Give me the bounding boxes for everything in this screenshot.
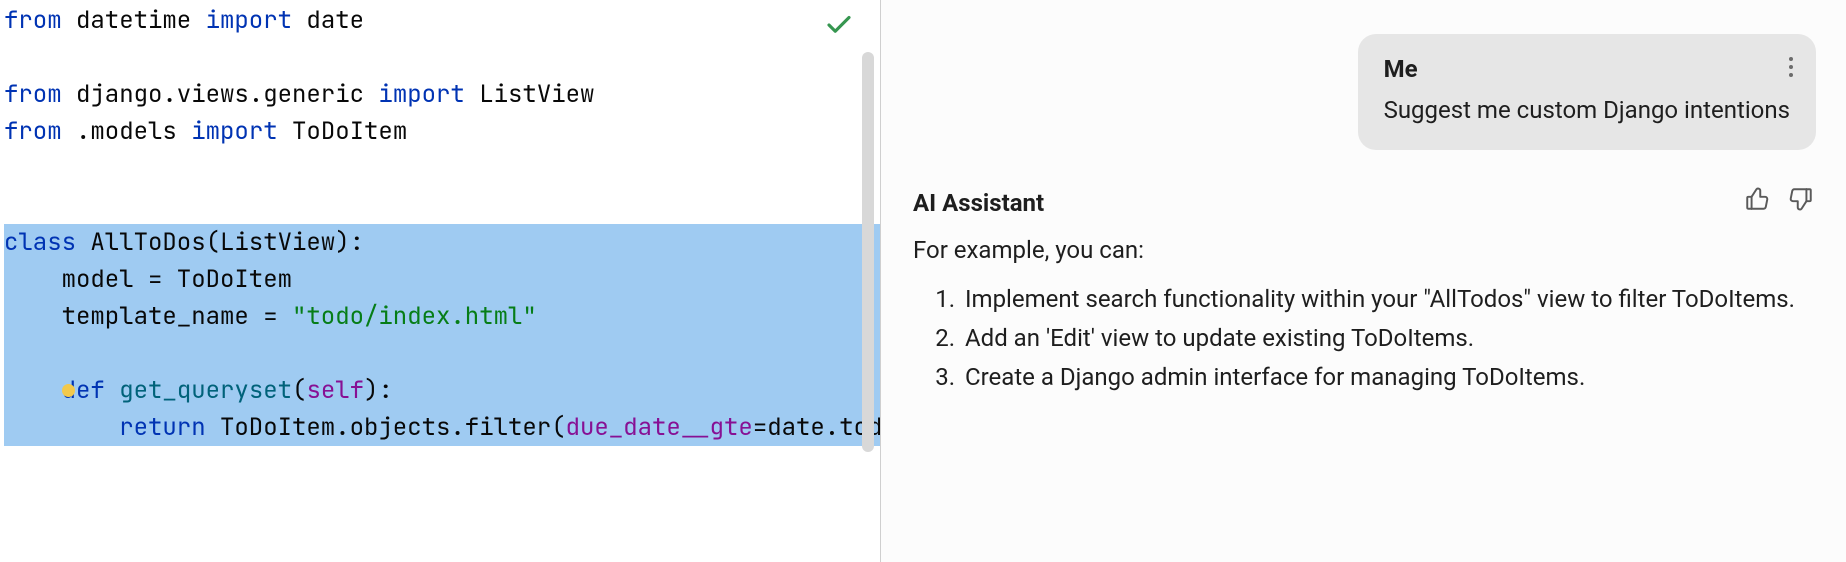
assistant-intro-text: For example, you can: [913,233,1814,268]
code-token: import [378,79,464,110]
user-message-bubble: Me Suggest me custom Django intentions [1358,34,1816,150]
feedback-buttons [1744,186,1814,222]
code-token: django.views.generic [62,79,379,110]
code-token: AllToDos(ListView): [76,227,364,258]
suggestion-item: Create a Django admin interface for mana… [961,360,1814,395]
code-token: =date.today()) [753,412,880,443]
code-token [105,375,119,406]
thumbs-up-icon[interactable] [1744,186,1770,222]
code-token [4,412,119,443]
suggestion-item: Implement search functionality within yo… [961,282,1814,317]
code-token: ( [292,375,306,406]
code-line[interactable] [4,39,880,76]
code-line[interactable] [4,187,880,224]
gutter-warning-icon[interactable] [62,384,75,397]
thumbs-down-icon[interactable] [1788,186,1814,222]
assistant-message: AI Assistant For example, you can: Imple… [911,186,1816,399]
suggestion-item: Add an 'Edit' view to update existing To… [961,321,1814,356]
code-token: date [292,5,364,36]
code-token: return [119,412,205,443]
assistant-header: AI Assistant [913,186,1814,222]
code-line[interactable]: def get_queryset(self): [4,372,880,409]
code-token: datetime [62,5,206,36]
code-token [4,375,62,406]
ai-chat-panel: Me Suggest me custom Django intentions A… [880,0,1846,562]
code-token: template_name = [4,301,292,332]
code-token: .models [62,116,192,147]
code-token: ToDoItem [278,116,408,147]
code-line[interactable] [4,335,880,372]
code-token: get_queryset [119,375,292,406]
code-token: due_date__gte [566,412,753,443]
code-token: import [191,116,277,147]
code-line[interactable] [4,150,880,187]
assistant-suggestion-list: Implement search functionality within yo… [913,282,1814,394]
code-token: from [4,79,62,110]
message-more-icon[interactable] [1788,54,1794,89]
inspection-ok-icon[interactable] [824,10,854,51]
code-line[interactable]: class AllToDos(ListView): [4,224,880,261]
user-sender-label: Me [1384,52,1790,87]
code-token: from [4,116,62,147]
assistant-body: For example, you can: Implement search f… [913,233,1814,394]
code-line[interactable]: model = ToDoItem [4,261,880,298]
code-token: ListView [465,79,595,110]
code-line[interactable]: return ToDoItem.objects.filter(due_date_… [4,409,880,446]
code-line[interactable]: from django.views.generic import ListVie… [4,76,880,113]
app-root: from datetime import date from django.vi… [0,0,1846,562]
code-body[interactable]: from datetime import date from django.vi… [4,2,880,446]
user-message-text: Suggest me custom Django intentions [1384,93,1790,128]
code-editor[interactable]: from datetime import date from django.vi… [0,0,880,562]
code-token: self [306,375,364,406]
editor-scrollbar[interactable] [862,52,874,452]
code-token: from [4,5,62,36]
code-token: ): [364,375,393,406]
code-token: ToDoItem.objects.filter( [206,412,566,443]
code-line[interactable]: template_name = "todo/index.html" [4,298,880,335]
assistant-name-label: AI Assistant [913,186,1044,221]
code-token: class [4,227,76,258]
code-token: model = ToDoItem [4,264,292,295]
code-token: "todo/index.html" [292,301,537,332]
code-line[interactable]: from datetime import date [4,2,880,39]
code-token: import [206,5,292,36]
code-line[interactable]: from .models import ToDoItem [4,113,880,150]
